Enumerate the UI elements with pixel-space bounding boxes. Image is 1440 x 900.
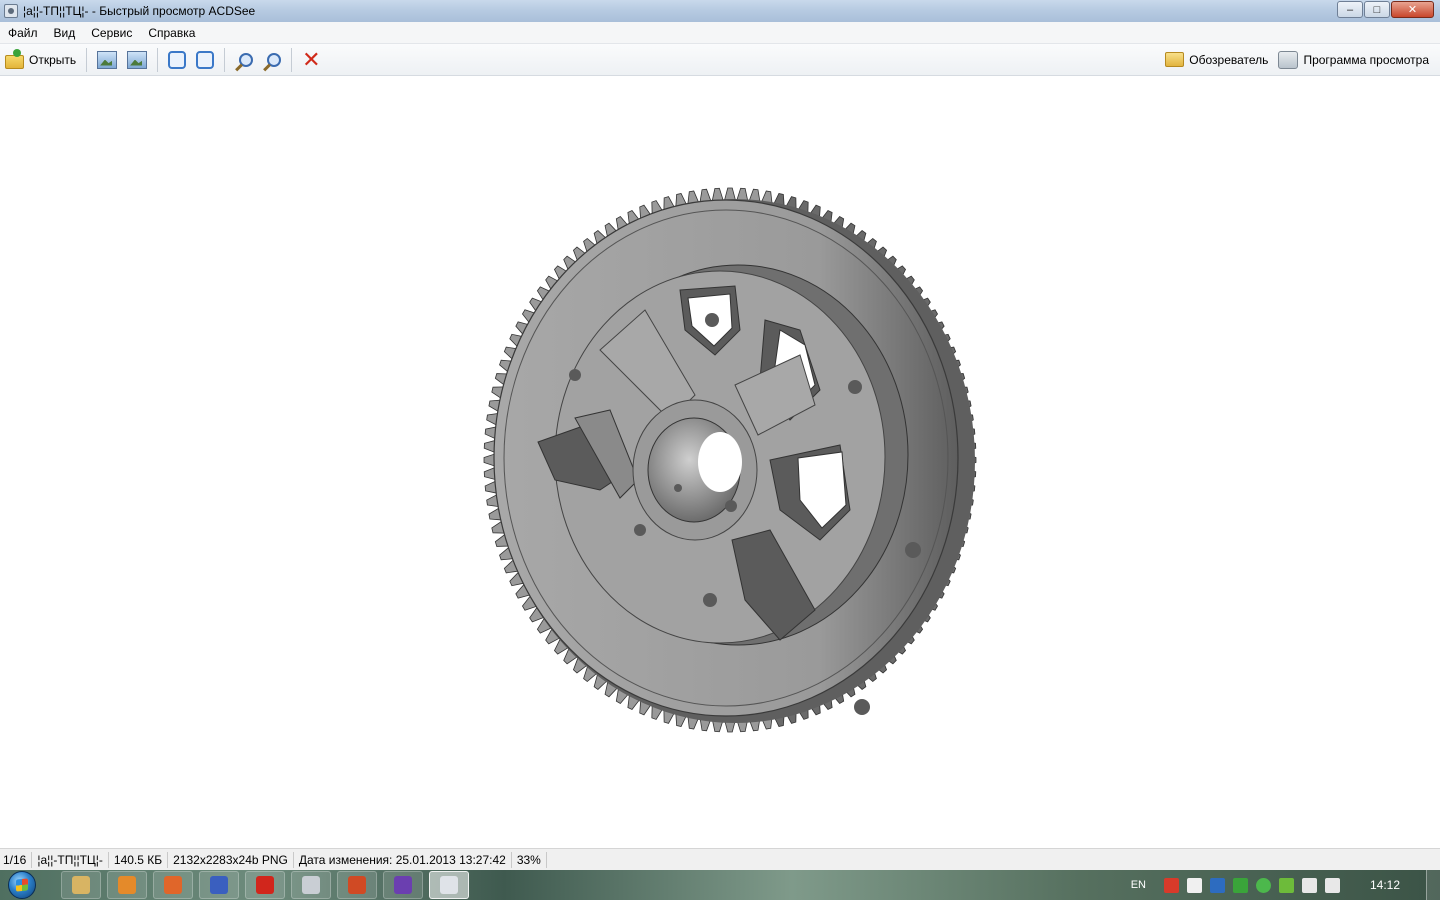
viewer-button[interactable]: Программа просмотра: [1274, 47, 1433, 73]
next-image-button[interactable]: [123, 47, 151, 73]
firefox-icon: [164, 876, 182, 894]
acdsee-app-icon[interactable]: [4, 4, 18, 18]
status-dimensions: 2132x2283x24b PNG: [168, 851, 294, 868]
status-modified: Дата изменения: 25.01.2013 13:27:42: [294, 851, 512, 868]
explorer-button-label: Обозреватель: [1189, 52, 1269, 67]
taskbar-opera-button[interactable]: [245, 871, 285, 899]
rotate-right-icon: [196, 50, 215, 69]
taskbar-media-player-button[interactable]: [107, 871, 147, 899]
taskbar-save-app-button[interactable]: [199, 871, 239, 899]
action-center-flag-icon[interactable]: [1186, 877, 1202, 893]
menu-tools[interactable]: Сервис: [83, 26, 140, 40]
image-viewport[interactable]: [0, 77, 1440, 847]
rotate-left-button[interactable]: [164, 47, 190, 73]
visual-studio-icon: [394, 876, 412, 894]
gear-tooth: [711, 187, 724, 202]
close-button[interactable]: ✕: [1391, 1, 1434, 18]
minimize-button[interactable]: –: [1337, 1, 1363, 18]
status-filesize: 140.5 КБ: [109, 851, 169, 868]
taskbar: EN 14:12: [0, 870, 1440, 900]
save-app-icon: [210, 876, 228, 894]
start-button[interactable]: [0, 870, 44, 900]
toolbar-separator: [86, 47, 88, 72]
opera-icon: [256, 876, 274, 894]
explorer-button[interactable]: Обозреватель: [1161, 47, 1272, 73]
powerpoint-icon: [348, 876, 366, 894]
delete-icon: ✕: [302, 46, 321, 72]
open-button[interactable]: Открыть: [1, 47, 80, 73]
zoom-in-button[interactable]: [231, 47, 257, 73]
status-bar: 1/16 ¦а¦¦-ТП¦¦ТЦ¦- 140.5 КБ 2132x2283x24…: [0, 848, 1440, 870]
security-shield-icon[interactable]: [1232, 877, 1248, 893]
gear-image: [483, 187, 977, 733]
toolbar: Открыть ✕ Обозреватель Программа просмот…: [0, 44, 1440, 76]
taskbar-visual-studio-button[interactable]: [383, 871, 423, 899]
media-player-icon: [118, 876, 136, 894]
toolbar-separator: [157, 47, 159, 72]
previous-image-button[interactable]: [93, 47, 121, 73]
toolbar-separator: [224, 47, 226, 72]
previous-image-icon: [97, 50, 118, 69]
menu-view[interactable]: Вид: [46, 26, 84, 40]
title-bar: ¦а¦¦-ТП¦¦ТЦ¦- - Быстрый просмотр ACDSee …: [0, 0, 1440, 22]
zoom-in-icon: [239, 52, 254, 67]
toolbar-separator: [291, 47, 293, 72]
viewer-icon: [1278, 50, 1299, 69]
zoom-out-icon: [267, 52, 282, 67]
calculator-icon: [302, 876, 320, 894]
volume-icon[interactable]: [1301, 877, 1317, 893]
network-monitor-icon[interactable]: [1209, 877, 1225, 893]
explorer-folder-icon: [1165, 52, 1185, 67]
window-controls: – □ ✕: [1336, 1, 1434, 18]
window-title: ¦а¦¦-ТП¦¦ТЦ¦- - Быстрый просмотр ACDSee: [23, 4, 256, 18]
language-indicator[interactable]: EN: [1131, 879, 1146, 891]
taskbar-apps: [58, 871, 472, 899]
menu-file[interactable]: Файл: [0, 26, 46, 40]
utility-tray-icon[interactable]: [1278, 877, 1294, 893]
taskbar-explorer-button[interactable]: [61, 871, 101, 899]
taskbar-firefox-button[interactable]: [153, 871, 193, 899]
delete-button[interactable]: ✕: [298, 47, 324, 73]
zoom-out-button[interactable]: [259, 47, 285, 73]
network-icon[interactable]: [1324, 877, 1340, 893]
open-folder-icon: [5, 48, 24, 69]
checkmark-tray-icon[interactable]: [1255, 877, 1271, 893]
menu-bar: Файл Вид Сервис Справка: [0, 22, 1440, 44]
system-tray: EN 14:12: [1131, 870, 1440, 900]
acdsee-icon: [440, 876, 458, 894]
acrobat-tray-icon[interactable]: [1163, 877, 1179, 893]
rotate-right-button[interactable]: [192, 47, 218, 73]
explorer-icon: [72, 876, 90, 894]
status-filename: ¦а¦¦-ТП¦¦ТЦ¦-: [32, 851, 109, 868]
next-image-icon: [127, 50, 148, 69]
taskbar-calculator-button[interactable]: [291, 871, 331, 899]
viewer-button-label: Программа просмотра: [1303, 52, 1429, 67]
menu-help[interactable]: Справка: [140, 26, 203, 40]
windows-logo-icon: [8, 871, 36, 899]
maximize-button[interactable]: □: [1364, 1, 1390, 18]
taskbar-powerpoint-button[interactable]: [337, 871, 377, 899]
taskbar-acdsee-button[interactable]: [429, 871, 469, 899]
rotate-left-icon: [168, 50, 187, 69]
toolbar-right-group: Обозреватель Программа просмотра: [1160, 47, 1440, 73]
status-zoom: 33%: [512, 851, 547, 868]
show-desktop-button[interactable]: [1426, 870, 1440, 900]
status-position: 1/16: [0, 851, 33, 868]
open-button-label: Открыть: [29, 52, 77, 67]
gear-tooth: [723, 187, 737, 201]
taskbar-clock[interactable]: 14:12: [1370, 878, 1400, 892]
